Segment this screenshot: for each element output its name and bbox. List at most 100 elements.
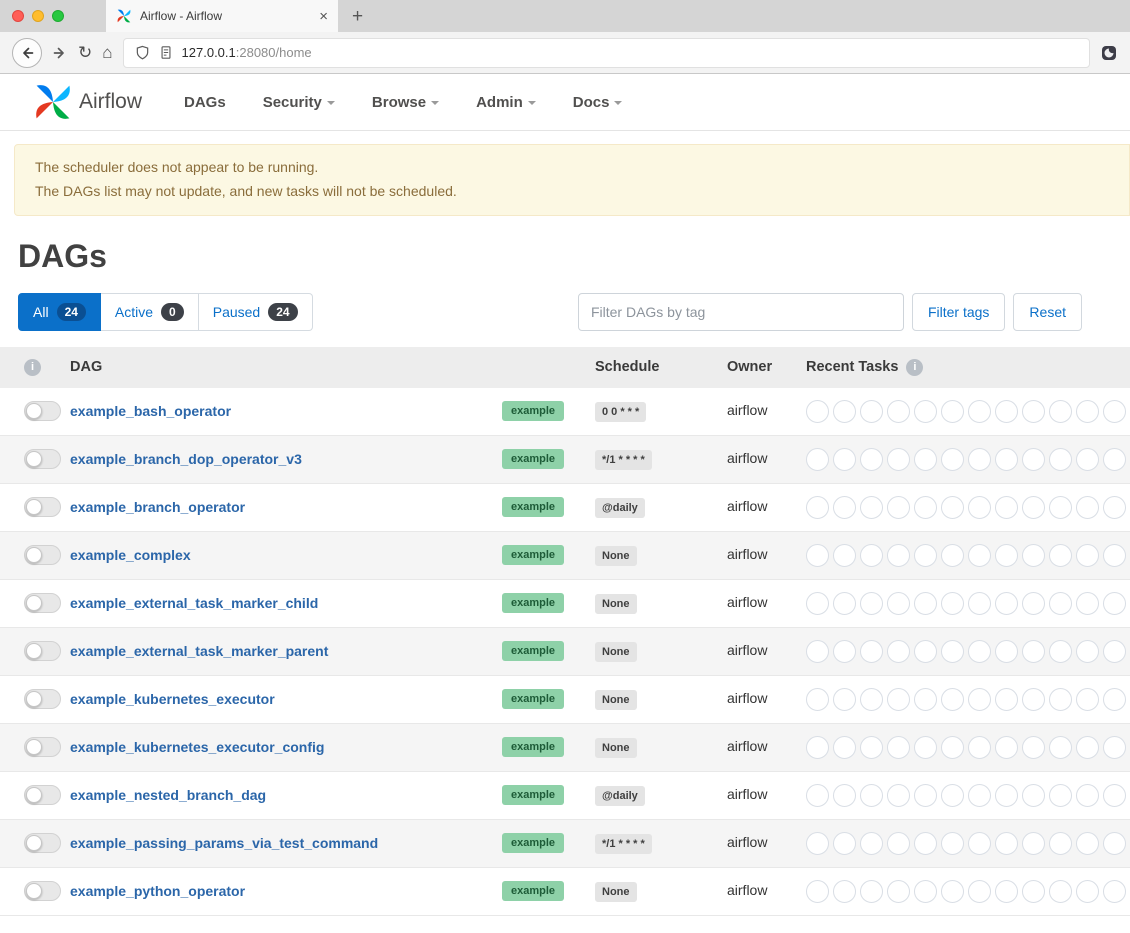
dag-tag-badge[interactable]: example	[502, 593, 564, 613]
task-state-circle[interactable]	[806, 400, 829, 423]
task-state-circle[interactable]	[995, 592, 1018, 615]
task-state-circle[interactable]	[1022, 736, 1045, 759]
task-state-circle[interactable]	[995, 400, 1018, 423]
task-state-circle[interactable]	[1076, 736, 1099, 759]
task-state-circle[interactable]	[1103, 880, 1126, 903]
dag-tag-badge[interactable]: example	[502, 881, 564, 901]
dag-pause-toggle[interactable]	[24, 881, 61, 901]
task-state-circle[interactable]	[860, 832, 883, 855]
task-state-circle[interactable]	[914, 880, 937, 903]
task-state-circle[interactable]	[1049, 592, 1072, 615]
task-state-circle[interactable]	[860, 400, 883, 423]
task-state-circle[interactable]	[914, 544, 937, 567]
dag-pause-toggle[interactable]	[24, 737, 61, 757]
dag-pause-toggle[interactable]	[24, 401, 61, 421]
info-icon[interactable]: i	[24, 359, 41, 376]
task-state-circle[interactable]	[995, 880, 1018, 903]
column-header-dag[interactable]: DAG	[64, 347, 578, 388]
task-state-circle[interactable]	[860, 448, 883, 471]
task-state-circle[interactable]	[806, 592, 829, 615]
task-state-circle[interactable]	[1049, 544, 1072, 567]
task-state-circle[interactable]	[941, 448, 964, 471]
task-state-circle[interactable]	[860, 880, 883, 903]
forward-button[interactable]	[52, 45, 68, 61]
task-state-circle[interactable]	[968, 688, 991, 711]
task-state-circle[interactable]	[887, 496, 910, 519]
task-state-circle[interactable]	[806, 736, 829, 759]
tab-paused[interactable]: Paused 24	[199, 293, 313, 331]
dag-pause-toggle[interactable]	[24, 545, 61, 565]
task-state-circle[interactable]	[833, 880, 856, 903]
dag-link[interactable]: example_bash_operator	[70, 403, 231, 419]
task-state-circle[interactable]	[1049, 448, 1072, 471]
dag-pause-toggle[interactable]	[24, 641, 61, 661]
task-state-circle[interactable]	[941, 400, 964, 423]
task-state-circle[interactable]	[914, 784, 937, 807]
task-state-circle[interactable]	[1103, 592, 1126, 615]
task-state-circle[interactable]	[860, 640, 883, 663]
task-state-circle[interactable]	[887, 880, 910, 903]
task-state-circle[interactable]	[1049, 496, 1072, 519]
dag-pause-toggle[interactable]	[24, 593, 61, 613]
dag-tag-badge[interactable]: example	[502, 497, 564, 517]
task-state-circle[interactable]	[860, 736, 883, 759]
dag-tag-badge[interactable]: example	[502, 641, 564, 661]
task-state-circle[interactable]	[1076, 400, 1099, 423]
task-state-circle[interactable]	[968, 400, 991, 423]
task-state-circle[interactable]	[995, 544, 1018, 567]
task-state-circle[interactable]	[860, 592, 883, 615]
task-state-circle[interactable]	[1049, 640, 1072, 663]
dag-link[interactable]: example_external_task_marker_child	[70, 595, 318, 611]
task-state-circle[interactable]	[833, 448, 856, 471]
tab-close-icon[interactable]: ×	[319, 9, 328, 24]
task-state-circle[interactable]	[887, 400, 910, 423]
task-state-circle[interactable]	[1022, 640, 1045, 663]
task-state-circle[interactable]	[1076, 880, 1099, 903]
dag-link[interactable]: example_branch_operator	[70, 499, 245, 515]
dag-link[interactable]: example_external_task_marker_parent	[70, 643, 328, 659]
dag-link[interactable]: example_branch_dop_operator_v3	[70, 451, 302, 467]
task-state-circle[interactable]	[1103, 784, 1126, 807]
task-state-circle[interactable]	[887, 688, 910, 711]
task-state-circle[interactable]	[1076, 832, 1099, 855]
task-state-circle[interactable]	[914, 688, 937, 711]
task-state-circle[interactable]	[941, 832, 964, 855]
dag-pause-toggle[interactable]	[24, 833, 61, 853]
task-state-circle[interactable]	[941, 640, 964, 663]
task-state-circle[interactable]	[833, 400, 856, 423]
task-state-circle[interactable]	[860, 784, 883, 807]
task-state-circle[interactable]	[887, 640, 910, 663]
task-state-circle[interactable]	[914, 736, 937, 759]
reset-button[interactable]: Reset	[1013, 293, 1082, 331]
window-minimize-button[interactable]	[32, 10, 44, 22]
task-state-circle[interactable]	[1103, 736, 1126, 759]
task-state-circle[interactable]	[1049, 400, 1072, 423]
task-state-circle[interactable]	[806, 832, 829, 855]
task-state-circle[interactable]	[1076, 496, 1099, 519]
url-bar[interactable]: 127.0.0.1:28080/home	[123, 38, 1090, 68]
task-state-circle[interactable]	[1022, 496, 1045, 519]
home-button[interactable]: ⌂	[102, 44, 112, 61]
task-state-circle[interactable]	[1022, 688, 1045, 711]
task-state-circle[interactable]	[860, 544, 883, 567]
task-state-circle[interactable]	[860, 688, 883, 711]
page-info-icon[interactable]	[159, 45, 173, 60]
dag-pause-toggle[interactable]	[24, 785, 61, 805]
task-state-circle[interactable]	[860, 496, 883, 519]
browser-tab-airflow[interactable]: Airflow - Airflow ×	[106, 0, 338, 32]
task-state-circle[interactable]	[995, 688, 1018, 711]
task-state-circle[interactable]	[887, 592, 910, 615]
task-state-circle[interactable]	[887, 736, 910, 759]
task-state-circle[interactable]	[941, 544, 964, 567]
menu-item-admin[interactable]: Admin	[476, 94, 536, 111]
dag-tag-badge[interactable]: example	[502, 545, 564, 565]
task-state-circle[interactable]	[1022, 784, 1045, 807]
dag-link[interactable]: example_kubernetes_executor	[70, 691, 275, 707]
task-state-circle[interactable]	[1103, 688, 1126, 711]
task-state-circle[interactable]	[1049, 784, 1072, 807]
task-state-circle[interactable]	[833, 592, 856, 615]
dag-tag-badge[interactable]: example	[502, 449, 564, 469]
window-close-button[interactable]	[12, 10, 24, 22]
reload-button[interactable]: ↻	[78, 44, 92, 61]
filter-dags-by-tag-input[interactable]	[578, 293, 904, 331]
